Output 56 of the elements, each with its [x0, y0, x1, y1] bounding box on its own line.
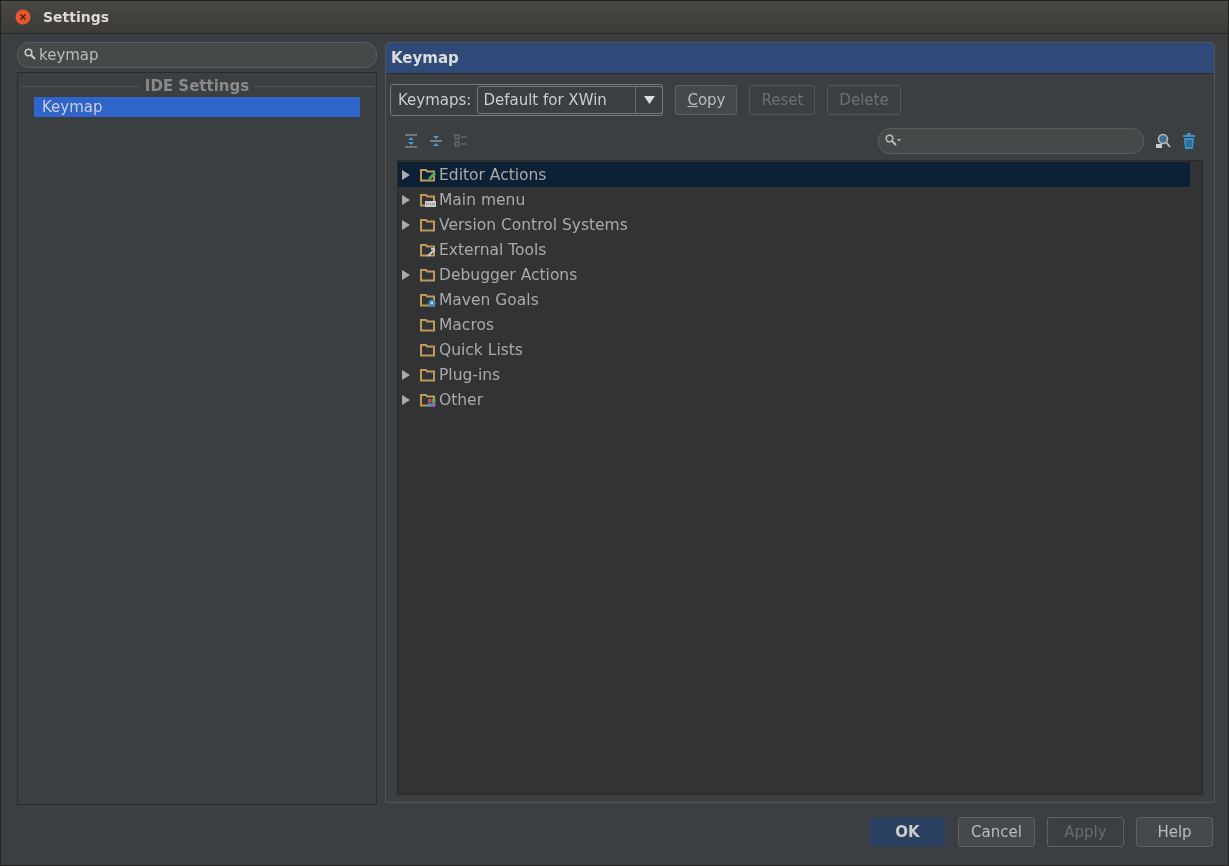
folder-icon	[420, 242, 436, 257]
checklist-icon[interactable]	[454, 134, 468, 148]
trash-icon[interactable]	[1182, 133, 1196, 149]
section-header: IDE Settings	[144, 77, 250, 95]
tree-item-label: Version Control Systems	[439, 215, 628, 234]
tree-row[interactable]: Other	[398, 387, 1190, 412]
expand-arrow-icon[interactable]	[402, 169, 410, 180]
filter-search-field[interactable]	[878, 128, 1144, 154]
tree-item-label: Debugger Actions	[439, 265, 578, 284]
tree-item-label: Plug-ins	[439, 365, 501, 384]
folder-icon	[420, 367, 436, 382]
folder-icon	[420, 167, 436, 182]
dialog-button[interactable]: Help	[1136, 817, 1213, 847]
keymap-button[interactable]: Copy	[675, 85, 738, 115]
search-icon	[885, 134, 901, 146]
expand-all-icon[interactable]	[404, 134, 418, 148]
tree-item-label: Main menu	[439, 190, 526, 209]
tree-item-label: Other	[439, 390, 483, 409]
panel-header: Keymap	[386, 43, 1214, 74]
dialog-button[interactable]: Cancel	[958, 817, 1035, 847]
tree-row[interactable]: Macros	[398, 312, 1190, 337]
caret-icon	[643, 96, 655, 104]
folder-icon	[420, 292, 436, 307]
tree-row[interactable]: Editor Actions	[398, 162, 1190, 187]
tree-row[interactable]: Version Control Systems	[398, 212, 1190, 237]
expand-arrow-icon[interactable]	[402, 219, 410, 230]
tree-row[interactable]: External Tools	[398, 237, 1190, 262]
tree-item-label: Quick Lists	[439, 340, 523, 359]
folder-icon	[420, 317, 436, 332]
tree-item-label: External Tools	[439, 240, 547, 259]
expand-arrow-icon[interactable]	[402, 369, 410, 380]
tree-item-label: Editor Actions	[439, 165, 547, 184]
sidebar-item[interactable]: Keymap	[34, 97, 360, 117]
find-shortcut-icon[interactable]	[1155, 133, 1171, 149]
expand-arrow-icon[interactable]	[402, 269, 410, 280]
search-field[interactable]: keymap	[17, 42, 377, 68]
expand-arrow-icon[interactable]	[402, 394, 410, 405]
keymaps-dropdown[interactable]: Keymaps: Default for XWin	[390, 84, 664, 116]
tree-row[interactable]: Debugger Actions	[398, 262, 1190, 287]
tree-row[interactable]: Maven Goals	[398, 287, 1190, 312]
folder-icon	[420, 342, 436, 357]
search-icon	[24, 48, 36, 60]
close-icon[interactable]	[15, 9, 31, 25]
folder-icon	[420, 392, 436, 407]
folder-icon	[420, 217, 436, 232]
tree-item-label: Maven Goals	[439, 290, 539, 309]
folder-icon	[420, 267, 436, 282]
window-title: Settings	[43, 9, 110, 25]
dialog-button[interactable]: OK	[869, 817, 946, 847]
tree-row[interactable]: Quick Lists	[398, 337, 1190, 362]
collapse-all-icon[interactable]	[429, 134, 443, 148]
tree-item-label: Macros	[439, 315, 494, 334]
expand-arrow-icon[interactable]	[402, 194, 410, 205]
tree-row[interactable]: Plug-ins	[398, 362, 1190, 387]
folder-icon	[420, 192, 436, 207]
tree-row[interactable]: Main menu	[398, 187, 1190, 212]
